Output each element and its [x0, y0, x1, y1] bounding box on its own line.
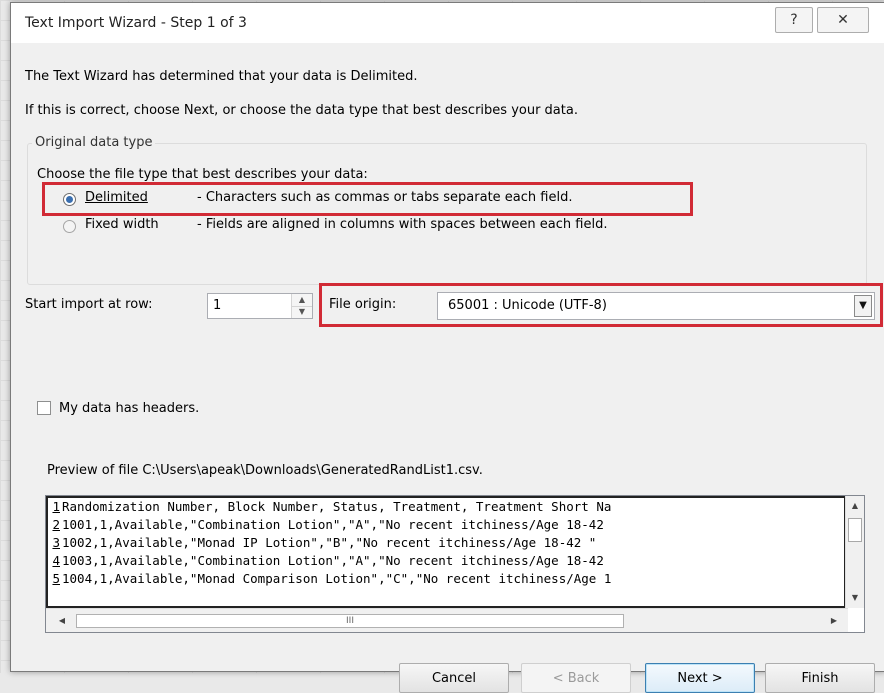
stepper-down-icon[interactable]: ▼ — [292, 306, 312, 318]
dialog-title: Text Import Wizard - Step 1 of 3 — [25, 15, 247, 31]
vertical-scroll-thumb[interactable] — [848, 518, 862, 542]
fixed-width-description: - Fields are aligned in columns with spa… — [197, 217, 608, 232]
group-legend: Original data type — [32, 135, 156, 150]
back-button[interactable]: < Back — [521, 663, 631, 693]
preview-line: 3 1002,1,Available,"Monad IP Lotion","B",… — [48, 534, 844, 552]
preview-line-number: 5 — [52, 571, 60, 586]
preview-line: 4 1003,1,Available,"Combination Lotion","… — [48, 552, 844, 570]
scroll-up-icon[interactable]: ▲ — [846, 498, 864, 514]
finish-button[interactable]: Finish — [765, 663, 875, 693]
intro-line-1: The Text Wizard has determined that your… — [25, 69, 418, 84]
close-button[interactable]: ✕ — [817, 7, 869, 33]
preview-label: Preview of file C:\Users\apeak\Downloads… — [47, 463, 483, 478]
intro-line-2: If this is correct, choose Next, or choo… — [25, 103, 578, 118]
file-type-prompt: Choose the file type that best describes… — [37, 167, 368, 182]
next-button[interactable]: Next > — [645, 663, 755, 693]
title-bar: Text Import Wizard - Step 1 of 3 ? ✕ — [11, 3, 884, 43]
help-icon: ? — [790, 12, 798, 28]
preview-line-text: 1001,1,Available,"Combination Lotion","A… — [62, 517, 604, 532]
scroll-right-icon[interactable]: ▶ — [826, 613, 842, 629]
help-button[interactable]: ? — [775, 7, 813, 33]
start-row-label: Start import at row: — [25, 297, 153, 312]
preview-line-number: 3 — [52, 535, 60, 550]
preview-pane[interactable]: 1 Randomization Number, Block Number, Sta… — [45, 495, 865, 633]
dialog-content: The Text Wizard has determined that your… — [11, 43, 884, 693]
stepper-buttons: ▲ ▼ — [291, 294, 312, 318]
start-row-value: 1 — [213, 298, 222, 313]
preview-horizontal-scrollbar[interactable]: ◀ III ▶ — [46, 608, 848, 632]
preview-text-area: 1 Randomization Number, Block Number, Sta… — [46, 496, 846, 608]
preview-line-number: 2 — [52, 517, 60, 532]
preview-line: 2 1001,1,Available,"Combination Lotion","… — [48, 516, 844, 534]
file-origin-highlight-box — [319, 283, 883, 327]
preview-line-number: 1 — [52, 499, 60, 514]
scroll-down-icon[interactable]: ▼ — [846, 590, 864, 606]
grip-icon: III — [346, 616, 354, 626]
fixed-width-label[interactable]: Fixed width — [85, 217, 159, 232]
preview-line: 5 1004,1,Available,"Monad Comparison Loti… — [48, 570, 844, 588]
fixed-width-radio[interactable] — [63, 220, 76, 233]
preview-line-number: 4 — [52, 553, 60, 568]
start-row-stepper[interactable]: 1 ▲ ▼ — [207, 293, 313, 319]
preview-line-text: Randomization Number, Block Number, Stat… — [62, 499, 612, 514]
preview-vertical-scrollbar[interactable]: ▲ ▼ — [845, 496, 864, 608]
preview-line-text: 1003,1,Available,"Combination Lotion","A… — [62, 553, 604, 568]
text-import-wizard-dialog: Text Import Wizard - Step 1 of 3 ? ✕ The… — [10, 2, 884, 693]
preview-line-text: 1004,1,Available,"Monad Comparison Lotio… — [62, 571, 612, 586]
scroll-left-icon[interactable]: ◀ — [54, 613, 70, 629]
preview-line: 1 Randomization Number, Block Number, Sta… — [48, 498, 844, 516]
cancel-button[interactable]: Cancel — [399, 663, 509, 693]
delimited-highlight-box — [42, 182, 693, 216]
close-icon: ✕ — [837, 12, 849, 28]
horizontal-scroll-thumb[interactable]: III — [76, 614, 624, 628]
headers-checkbox[interactable] — [37, 401, 51, 415]
headers-checkbox-label[interactable]: My data has headers. — [59, 401, 199, 416]
preview-line-text: 1002,1,Available,"Monad IP Lotion","B","… — [62, 535, 597, 550]
